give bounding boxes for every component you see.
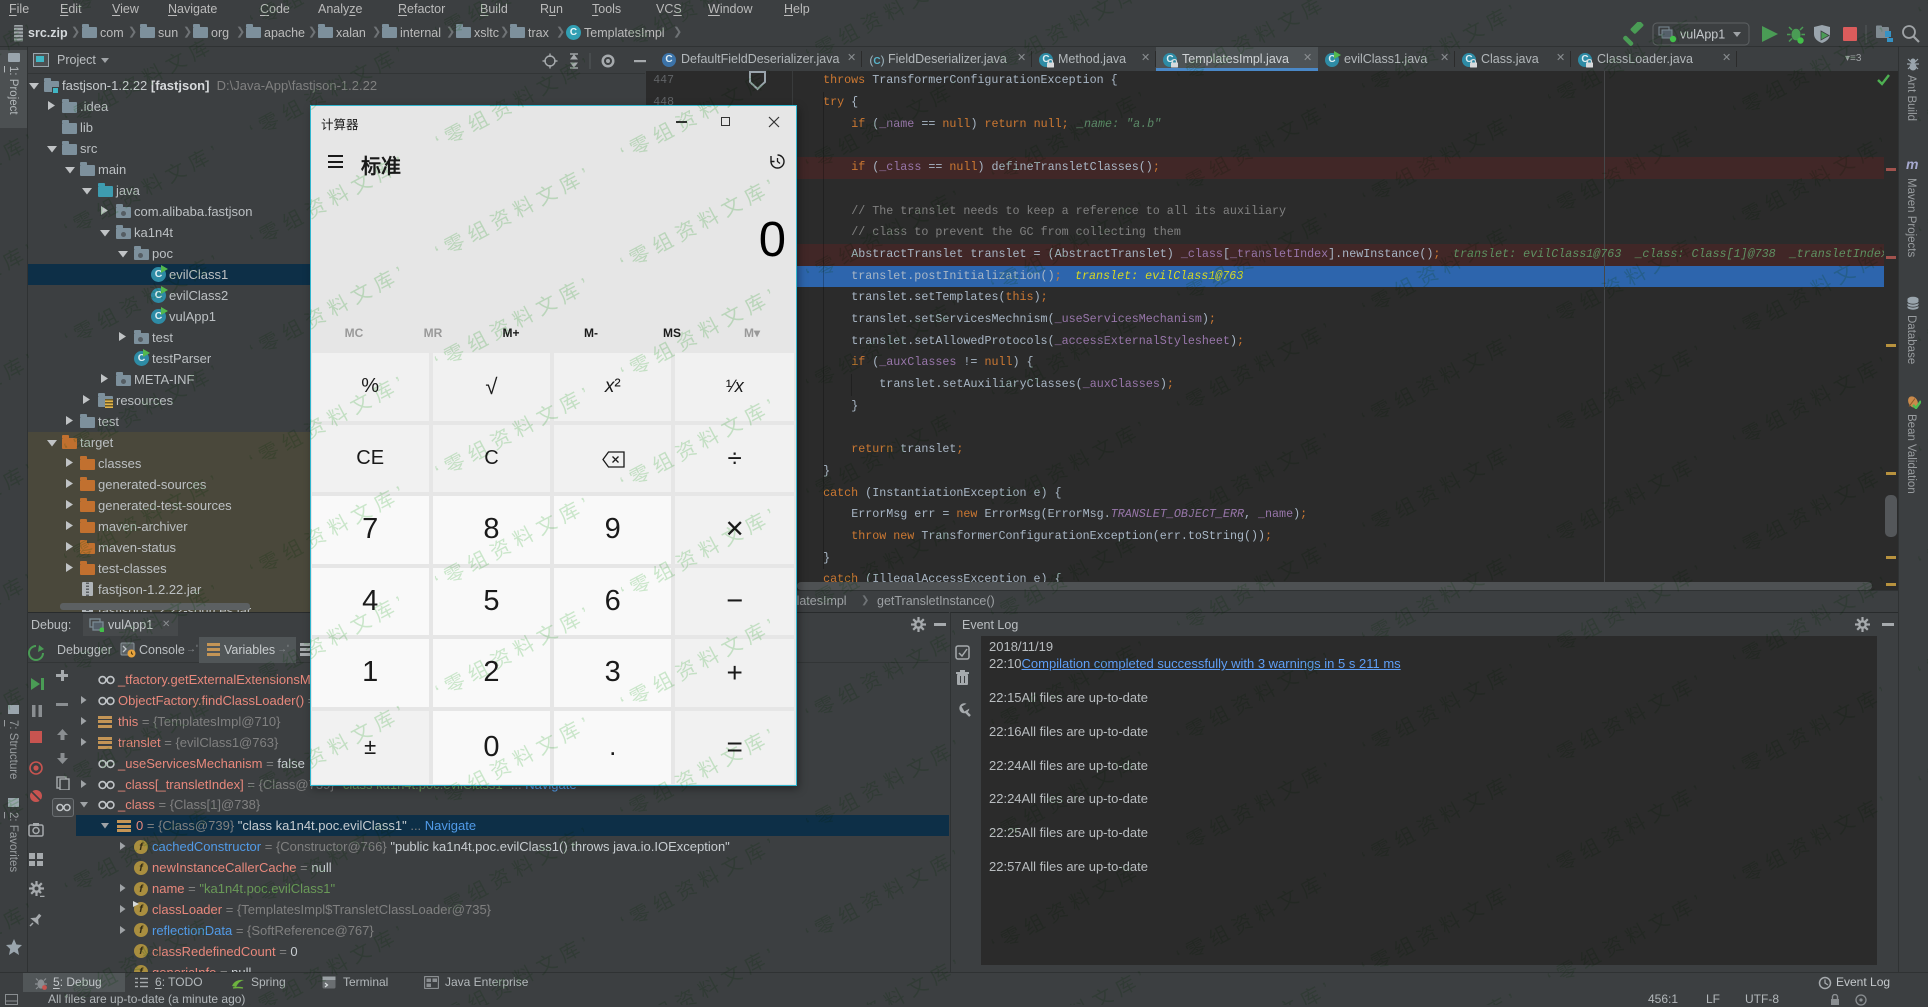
svg-text:vulApp1: vulApp1 xyxy=(1680,28,1725,42)
